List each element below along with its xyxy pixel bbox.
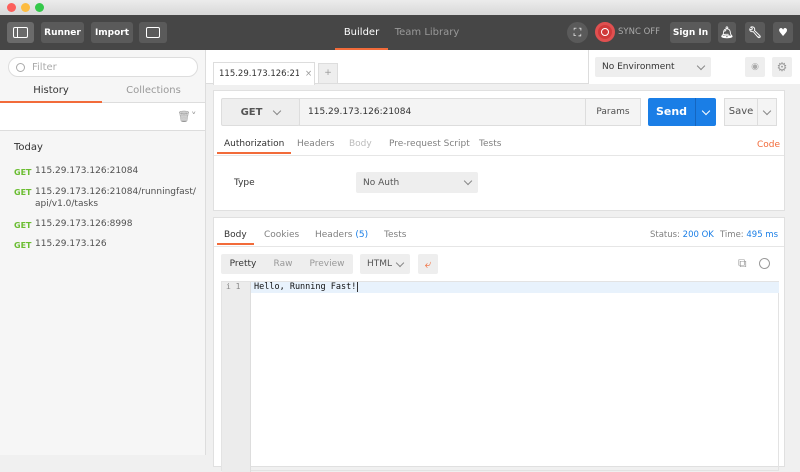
close-tab-icon[interactable]: × [305,69,312,79]
tab-tests[interactable]: Tests [479,134,501,154]
request-tab[interactable]: 115.29.173.126:2108× [213,62,315,85]
type-label: Type [234,178,255,188]
heart-button[interactable]: ♥ [773,22,793,43]
notifications-button[interactable]: 🔔︎ [718,22,736,43]
delete-history-button[interactable]: 🗑︎˅ [177,110,196,123]
response-status: Status: 200 OK [650,230,714,240]
tab-pre-request-script[interactable]: Pre-request Script [389,134,470,154]
preview-button[interactable]: Preview [301,259,353,269]
settings-button[interactable]: 🔧︎ [745,22,765,43]
send-options-button[interactable] [695,98,716,126]
history-item[interactable]: GET 115.29.173.126 [14,239,199,250]
sync-status: SYNC OFF [618,27,661,37]
save-button[interactable]: Save [724,98,758,126]
chevron-down-icon [463,176,473,186]
runner-button[interactable]: Runner [41,22,84,43]
minimize-window-button[interactable] [21,3,30,12]
url-input[interactable]: 115.29.173.126:21084 [299,98,586,126]
tab-team-library[interactable]: Team Library [394,15,460,50]
new-window-icon [146,27,160,38]
chevron-down-icon [701,106,711,115]
chevron-down-icon [696,61,706,70]
tab-headers[interactable]: Headers [297,134,334,154]
sign-in-button[interactable]: Sign In [670,22,711,43]
code-link[interactable]: Code [757,135,780,155]
history-item[interactable]: GET 115.29.173.126:21084/runningfast/api/… [14,186,199,210]
tab-response-body[interactable]: Body [217,225,254,245]
response-editor[interactable]: i 1 Hello, Running Fast! [221,281,779,472]
zoom-window-button[interactable] [35,3,44,12]
history-item[interactable]: GET 115.29.173.126:8998 [14,219,199,230]
filter-input[interactable]: Filter [8,57,198,77]
chevron-down-icon [273,106,282,115]
view-mode-group: Pretty Raw Preview [221,254,353,274]
send-button[interactable]: Send [648,98,695,126]
method-select[interactable]: GET [221,98,300,126]
pretty-button[interactable]: Pretty [221,259,265,269]
search-icon [16,62,25,72]
params-button[interactable]: Params [585,98,641,126]
response-body-text: Hello, Running Fast! [254,282,359,292]
history-group-label: Today [14,142,43,153]
tab-history[interactable]: History [0,82,102,103]
builder-main: 115.29.173.126:2108× + No Environment ◉ … [206,50,800,472]
sidebar: Filter History Collections 🗑︎˅ Today GET… [0,50,206,455]
eye-icon: ◉ [751,62,759,72]
new-tab-button[interactable]: + [318,63,338,84]
chevron-down-icon [395,258,405,267]
tab-body[interactable]: Body [349,134,372,154]
sync-icon[interactable] [595,22,615,42]
trash-icon: 🗑︎ [177,110,191,123]
bell-icon: 🔔︎ [720,26,734,39]
request-panel: GET 115.29.173.126:21084 Params Send Sav… [213,90,785,211]
save-options-button[interactable] [757,98,777,126]
tab-collections[interactable]: Collections [102,82,205,103]
sidebar-icon [13,27,28,38]
response-panel: Body Cookies Headers (5) Tests Status: 2… [213,217,785,472]
request-tabs: Authorization Headers Body Pre-request S… [214,134,784,156]
wrap-lines-button[interactable]: ⤶ [418,254,438,274]
close-window-button[interactable] [7,3,16,12]
import-button[interactable]: Import [91,22,133,43]
wrap-icon: ⤶ [424,256,432,271]
chevron-down-icon [762,106,772,115]
tab-response-headers[interactable]: Headers (5) [315,225,368,245]
line-number: i 1 [226,282,241,291]
interceptor-icon[interactable]: ⛶ [567,22,588,43]
tab-response-tests[interactable]: Tests [384,225,406,245]
tab-cookies[interactable]: Cookies [264,225,299,245]
title-bar [0,0,800,15]
wrench-icon: 🔧︎ [748,26,762,39]
toolbar: Runner Import Builder Team Library ⛶ SYN… [0,15,800,50]
response-time: Time: 495 ms [720,230,779,240]
new-window-button[interactable] [139,22,167,43]
tab-authorization[interactable]: Authorization [217,134,292,154]
toggle-sidebar-button[interactable] [7,22,34,43]
gear-icon: ⚙ [776,60,788,74]
tab-builder[interactable]: Builder [335,15,388,50]
history-item[interactable]: GET 115.29.173.126:21084 [14,166,199,177]
search-response-icon[interactable] [759,258,770,269]
auth-type-select[interactable]: No Auth [356,172,478,193]
copy-icon[interactable]: ⧉ [738,256,747,271]
environment-select[interactable]: No Environment [595,57,711,77]
heart-icon: ♥ [778,26,788,39]
environment-quick-look-button[interactable]: ◉ [745,57,765,77]
filter-placeholder: Filter [32,61,57,73]
raw-button[interactable]: Raw [265,259,301,269]
manage-environments-button[interactable]: ⚙ [772,57,792,77]
format-select[interactable]: HTML [360,254,410,274]
